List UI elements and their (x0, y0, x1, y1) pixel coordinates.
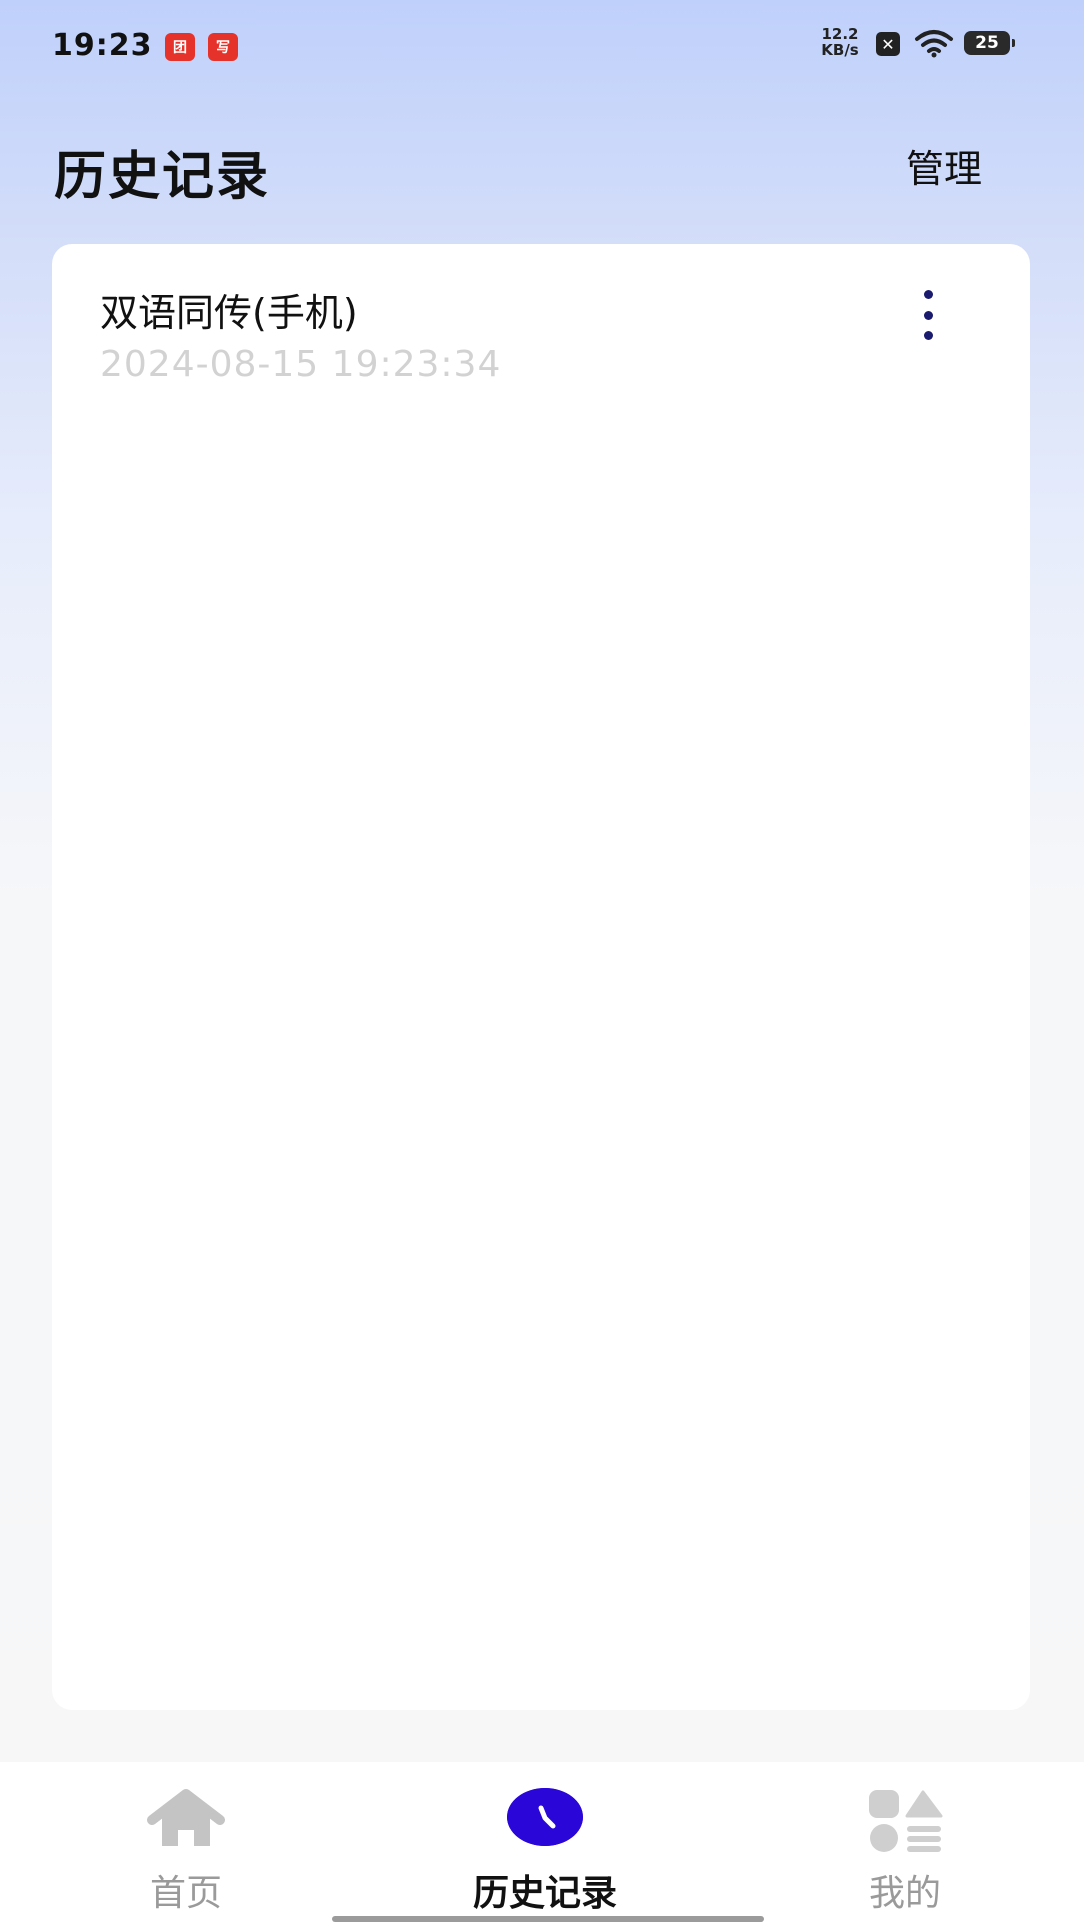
app-notification-badge: 团 (165, 33, 195, 61)
network-speed-value: 12.2 (821, 25, 859, 43)
home-indicator[interactable] (332, 1916, 764, 1922)
record-timestamp: 2024-08-15 19:23:34 (100, 344, 502, 385)
nav-item-history[interactable]: 历史记录 (420, 1762, 670, 1928)
nav-label-home: 首页 (149, 1873, 222, 1914)
more-dot (923, 290, 933, 299)
manage-button[interactable]: 管理 (906, 138, 982, 193)
network-speed: 12.2 KB/s (818, 26, 862, 58)
bottom-nav: 首页 历史记录 我的 (0, 1762, 1084, 1928)
profile-grid-icon (869, 1790, 943, 1852)
page-title: 历史记录 (54, 147, 271, 207)
nav-label-history: 历史记录 (472, 1873, 617, 1914)
clock-icon (507, 1788, 583, 1846)
app-notification-badge: 写 (208, 33, 238, 61)
more-dot (923, 310, 933, 320)
history-record-item[interactable]: 双语同传(手机) 2024-08-15 19:23:34 (52, 244, 1030, 394)
home-icon (147, 1789, 225, 1846)
network-speed-unit: KB/s (821, 41, 859, 59)
battery-icon: 25 (964, 31, 1015, 55)
nav-item-home[interactable]: 首页 (100, 1762, 272, 1928)
nav-label-mine: 我的 (868, 1873, 941, 1914)
history-list: 双语同传(手机) 2024-08-15 19:23:34 (52, 244, 1030, 1710)
record-title: 双语同传(手机) (100, 291, 358, 335)
nav-item-mine[interactable]: 我的 (820, 1762, 990, 1928)
more-dot (923, 331, 933, 340)
more-options-icon[interactable] (910, 290, 946, 340)
status-time: 19:23 (52, 28, 153, 63)
status-bar: 19:23 团 写 12.2 KB/s ✕ 25 (0, 0, 1084, 96)
wifi-icon (915, 30, 953, 58)
no-sim-icon: ✕ (876, 32, 900, 56)
